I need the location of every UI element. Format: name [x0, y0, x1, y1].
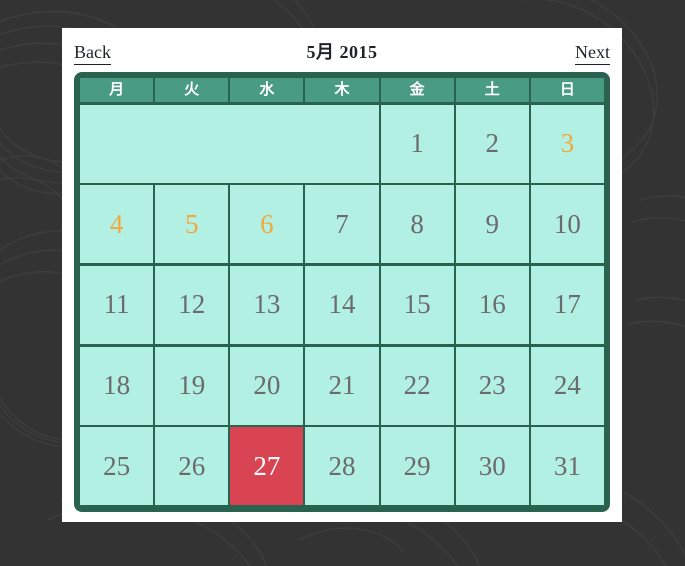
weekday-header-wednesday: 水: [230, 78, 304, 102]
calendar-navigation-bar: Back 5月 2015 Next: [62, 28, 622, 72]
day-cell-3[interactable]: 3: [530, 104, 604, 183]
day-cell-empty: [80, 104, 156, 183]
next-button[interactable]: Next: [575, 42, 610, 65]
day-cell-4[interactable]: 4: [80, 185, 154, 264]
weekday-header-sunday: 日: [530, 78, 604, 102]
weekday-header-tuesday: 火: [155, 78, 229, 102]
day-cell-17[interactable]: 17: [530, 265, 604, 344]
day-cell-1[interactable]: 1: [380, 104, 454, 183]
day-cell-26[interactable]: 26: [155, 427, 229, 506]
day-cell-30[interactable]: 30: [455, 427, 529, 506]
weekday-header-thursday: 木: [305, 78, 379, 102]
weekday-header-friday: 金: [380, 78, 454, 102]
weekday-header-saturday: 土: [455, 78, 529, 102]
day-cell-21[interactable]: 21: [305, 346, 379, 425]
day-cell-31[interactable]: 31: [530, 427, 604, 506]
day-cell-2[interactable]: 2: [455, 104, 529, 183]
day-cell-9[interactable]: 9: [455, 185, 529, 264]
day-cell-28[interactable]: 28: [305, 427, 379, 506]
day-cell-empty: [305, 104, 379, 183]
day-cell-13[interactable]: 13: [230, 265, 304, 344]
day-cell-6[interactable]: 6: [230, 185, 304, 264]
day-cell-5[interactable]: 5: [155, 185, 229, 264]
day-cell-20[interactable]: 20: [230, 346, 304, 425]
day-cell-19[interactable]: 19: [155, 346, 229, 425]
day-cell-10[interactable]: 10: [530, 185, 604, 264]
day-cell-16[interactable]: 16: [455, 265, 529, 344]
calendar-grid: 月火水木金土日 1 2 3 4 5 6 7 8 9 10 11 12 13 14 15 16 17 18 19 20 21…: [80, 78, 604, 506]
calendar-card: Back 5月 2015 Next 月火水木金土日 1 2 3 4 5 6 7 8 9 10 11 12…: [62, 28, 622, 522]
day-cell-22[interactable]: 22: [380, 346, 454, 425]
day-cell-24[interactable]: 24: [530, 346, 604, 425]
day-cell-15[interactable]: 15: [380, 265, 454, 344]
day-cell-empty: [155, 104, 231, 183]
day-cell-14[interactable]: 14: [305, 265, 379, 344]
day-cell-8[interactable]: 8: [380, 185, 454, 264]
day-cell-29[interactable]: 29: [380, 427, 454, 506]
day-cell-empty: [230, 104, 306, 183]
calendar-frame: 月火水木金土日 1 2 3 4 5 6 7 8 9 10 11 12 13 14 15 16 17 18 19 20 21…: [74, 72, 610, 512]
day-cell-25[interactable]: 25: [80, 427, 154, 506]
day-cell-23[interactable]: 23: [455, 346, 529, 425]
day-cell-7[interactable]: 7: [305, 185, 379, 264]
day-cell-today[interactable]: 27: [230, 427, 304, 506]
weekday-header-monday: 月: [80, 78, 154, 102]
calendar-title: 5月 2015: [306, 42, 378, 62]
day-cell-11[interactable]: 11: [80, 265, 154, 344]
day-cell-12[interactable]: 12: [155, 265, 229, 344]
day-cell-18[interactable]: 18: [80, 346, 154, 425]
